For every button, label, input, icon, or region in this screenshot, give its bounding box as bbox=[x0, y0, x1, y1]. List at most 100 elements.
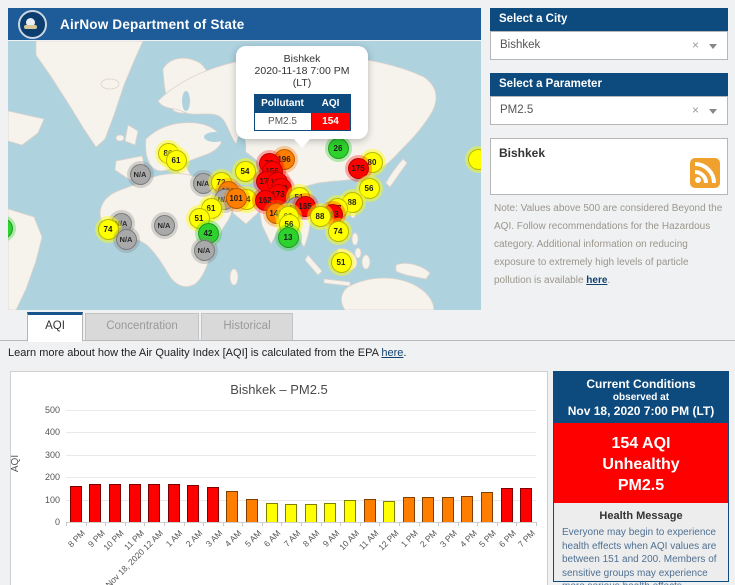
note-here-link[interactable]: here bbox=[586, 275, 607, 286]
aqi-marker[interactable]: N/A bbox=[130, 164, 151, 185]
current-conditions-panel: Current Conditions observed at Nov 18, 2… bbox=[553, 371, 729, 582]
aqi-marker[interactable]: N/A bbox=[194, 240, 215, 261]
aqi-marker[interactable]: 88 bbox=[310, 206, 331, 227]
chart-bar[interactable] bbox=[403, 497, 415, 522]
current-aqi-badge: 154 AQI Unhealthy PM2.5 bbox=[554, 423, 728, 503]
city-caret-icon[interactable] bbox=[709, 44, 717, 49]
chart-bar[interactable] bbox=[207, 487, 219, 522]
tab-aqi[interactable]: AQI bbox=[27, 312, 83, 342]
current-conditions-header: Current Conditions observed at Nov 18, 2… bbox=[554, 372, 728, 423]
y-tick-label: 100 bbox=[20, 495, 60, 505]
world-map[interactable]: 8661N/A54N/A72120N/A741016151N/A42N/A74N… bbox=[8, 41, 481, 310]
x-tick bbox=[184, 522, 185, 526]
aqi-chart-panel: Bishkek – PM2.5 AQI 01002003004005008 PM… bbox=[10, 371, 548, 585]
aqi-marker[interactable]: 54 bbox=[235, 161, 256, 182]
chart-bar[interactable] bbox=[109, 484, 121, 522]
map-popup: Bishkek 2020-11-18 7:00 PM (LT) Pollutan… bbox=[236, 46, 368, 139]
aqi-marker[interactable]: 26 bbox=[328, 138, 349, 159]
current-aqi-category: Unhealthy bbox=[554, 454, 728, 475]
chart-bar[interactable] bbox=[344, 500, 356, 522]
aqi-marker[interactable]: 101 bbox=[226, 188, 247, 209]
x-tick bbox=[360, 522, 361, 526]
x-tick bbox=[516, 522, 517, 526]
chart-bar[interactable] bbox=[187, 485, 199, 522]
aqi-marker[interactable]: 61 bbox=[166, 150, 187, 171]
x-tick bbox=[477, 522, 478, 526]
chart-bar[interactable] bbox=[383, 501, 395, 523]
gridline-400 bbox=[66, 432, 536, 433]
gridline-200 bbox=[66, 477, 536, 478]
x-tick bbox=[105, 522, 106, 526]
x-tick bbox=[125, 522, 126, 526]
learn-more-text: Learn more about how the Air Quality Ind… bbox=[8, 347, 406, 359]
popup-datetime: 2020-11-18 7:00 PM bbox=[242, 65, 362, 77]
popup-aqi-value: 154 bbox=[311, 113, 350, 131]
chart-bar[interactable] bbox=[70, 486, 82, 522]
x-tick bbox=[144, 522, 145, 526]
parameter-clear-icon[interactable]: × bbox=[692, 97, 699, 124]
parameter-caret-icon[interactable] bbox=[709, 109, 717, 114]
chart-bar[interactable] bbox=[481, 492, 493, 522]
chart-bar[interactable] bbox=[226, 491, 238, 522]
chart-bar[interactable] bbox=[168, 484, 180, 522]
chart-bar[interactable] bbox=[285, 504, 297, 522]
chart-title: Bishkek – PM2.5 bbox=[11, 382, 547, 397]
x-tick bbox=[301, 522, 302, 526]
tab-concentration[interactable]: Concentration bbox=[85, 313, 199, 340]
city-select-value: Bishkek bbox=[500, 39, 540, 51]
x-tick bbox=[66, 522, 67, 526]
chart-bar[interactable] bbox=[520, 488, 532, 522]
popup-timezone: (LT) bbox=[242, 77, 362, 89]
y-tick-label: 200 bbox=[20, 472, 60, 482]
popup-pollutant-value: PM2.5 bbox=[254, 113, 311, 131]
chart-bar[interactable] bbox=[461, 496, 473, 522]
aqi-marker[interactable]: 56 bbox=[359, 178, 380, 199]
chart-bar[interactable] bbox=[148, 484, 160, 522]
chart-bar[interactable] bbox=[501, 488, 513, 522]
aqi-marker[interactable]: N/A bbox=[116, 229, 137, 250]
aqi-marker[interactable]: 74 bbox=[328, 221, 349, 242]
x-tick bbox=[458, 522, 459, 526]
x-tick bbox=[321, 522, 322, 526]
popup-col-aqi: AQI bbox=[311, 95, 350, 113]
aqi-marker[interactable]: 175 bbox=[348, 158, 369, 179]
gridline-300 bbox=[66, 455, 536, 456]
x-tick bbox=[203, 522, 204, 526]
chart-bar[interactable] bbox=[89, 484, 101, 522]
aqi-marker[interactable]: 51 bbox=[331, 252, 352, 273]
city-clear-icon[interactable]: × bbox=[692, 32, 699, 59]
gridline-500 bbox=[66, 410, 536, 411]
chart-plot-area: 01002003004005008 PM9 PM10 PM11 PMNov 18… bbox=[66, 410, 536, 522]
chart-bar[interactable] bbox=[129, 484, 141, 522]
app-title: AirNow Department of State bbox=[60, 17, 244, 32]
aqi-marker[interactable]: 13 bbox=[278, 227, 299, 248]
y-tick-label: 300 bbox=[20, 450, 60, 460]
x-tick bbox=[438, 522, 439, 526]
health-message: Health Message Everyone may begin to exp… bbox=[554, 503, 728, 585]
x-tick bbox=[281, 522, 282, 526]
parameter-select-value: PM2.5 bbox=[500, 104, 533, 116]
chart-bar[interactable] bbox=[246, 499, 258, 522]
chart-bar[interactable] bbox=[266, 503, 278, 522]
x-tick bbox=[262, 522, 263, 526]
x-tick bbox=[164, 522, 165, 526]
airnow-page: AirNow Department of State bbox=[0, 0, 735, 585]
feed-box: Bishkek bbox=[490, 138, 728, 195]
chart-bar[interactable] bbox=[422, 497, 434, 522]
chart-bar[interactable] bbox=[324, 503, 336, 522]
chart-bar[interactable] bbox=[442, 497, 454, 522]
city-select[interactable]: Bishkek × bbox=[490, 31, 728, 60]
x-tick bbox=[242, 522, 243, 526]
learn-more-here-link[interactable]: here bbox=[381, 347, 403, 359]
x-tick bbox=[536, 522, 537, 526]
tab-historical[interactable]: Historical bbox=[201, 313, 293, 340]
y-tick-label: 400 bbox=[20, 427, 60, 437]
popup-city: Bishkek bbox=[242, 53, 362, 65]
chart-bar[interactable] bbox=[364, 499, 376, 522]
select-city-header: Select a City bbox=[490, 8, 728, 31]
parameter-select[interactable]: PM2.5 × bbox=[490, 96, 728, 125]
chart-bar[interactable] bbox=[305, 504, 317, 522]
rss-icon[interactable] bbox=[690, 158, 720, 188]
aqi-marker[interactable]: N/A bbox=[154, 215, 175, 236]
current-aqi-pollutant: PM2.5 bbox=[554, 475, 728, 496]
